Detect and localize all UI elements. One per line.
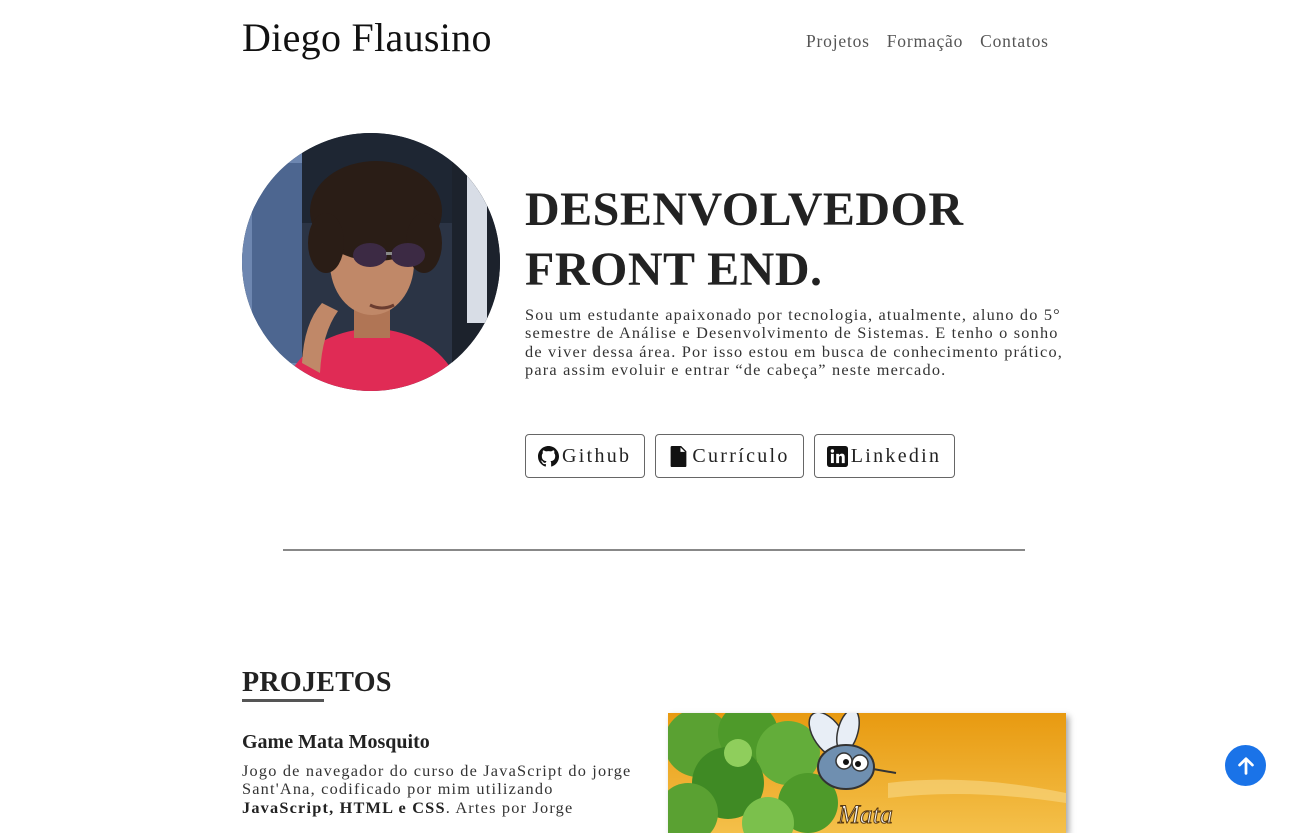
project-desc-tech: JavaScript, HTML e CSS bbox=[242, 797, 446, 817]
file-icon bbox=[668, 445, 689, 467]
curriculo-button[interactable]: Currículo bbox=[655, 434, 804, 478]
project-desc-suffix: . Artes por Jorge bbox=[445, 797, 574, 817]
github-button[interactable]: Github bbox=[525, 434, 646, 478]
projects-section-title: PROJETOS bbox=[242, 667, 392, 698]
project-desc-prefix: Jogo de navegador do curso de JavaScript… bbox=[242, 761, 632, 799]
hero-description: Sou um estudante apaixonado por tecnolog… bbox=[525, 305, 1064, 380]
hero-title: DESENVOLVEDOR FRONT END. bbox=[525, 180, 964, 300]
project-title: Game Mata Mosquito bbox=[242, 731, 430, 753]
social-buttons: Github Currículo Linkedin bbox=[525, 434, 956, 478]
main-nav: Projetos Formação Contatos bbox=[806, 31, 1049, 52]
project-image-text: Mata bbox=[837, 800, 893, 829]
github-button-label: Github bbox=[562, 444, 632, 467]
scroll-to-top-button[interactable] bbox=[1225, 745, 1266, 786]
profile-photo bbox=[242, 133, 500, 391]
nav-projetos[interactable]: Projetos bbox=[806, 31, 870, 52]
github-icon bbox=[538, 445, 559, 467]
hero-title-line2: FRONT END. bbox=[525, 243, 823, 296]
curriculo-button-label: Currículo bbox=[692, 444, 790, 467]
project-description: Jogo de navegador do curso de JavaScript… bbox=[242, 761, 642, 817]
hero-title-line1: DESENVOLVEDOR bbox=[525, 183, 964, 236]
nav-contatos[interactable]: Contatos bbox=[980, 31, 1049, 52]
linkedin-button-label: Linkedin bbox=[850, 444, 942, 467]
arrow-up-icon bbox=[1235, 755, 1257, 777]
projects-title-underline bbox=[242, 699, 324, 702]
site-logo[interactable]: Diego Flausino bbox=[242, 14, 492, 61]
linkedin-button[interactable]: Linkedin bbox=[813, 434, 956, 478]
project-image[interactable]: Mata bbox=[668, 713, 1066, 833]
linkedin-icon bbox=[826, 445, 848, 467]
nav-formacao[interactable]: Formação bbox=[887, 31, 963, 52]
section-divider bbox=[283, 549, 1025, 551]
